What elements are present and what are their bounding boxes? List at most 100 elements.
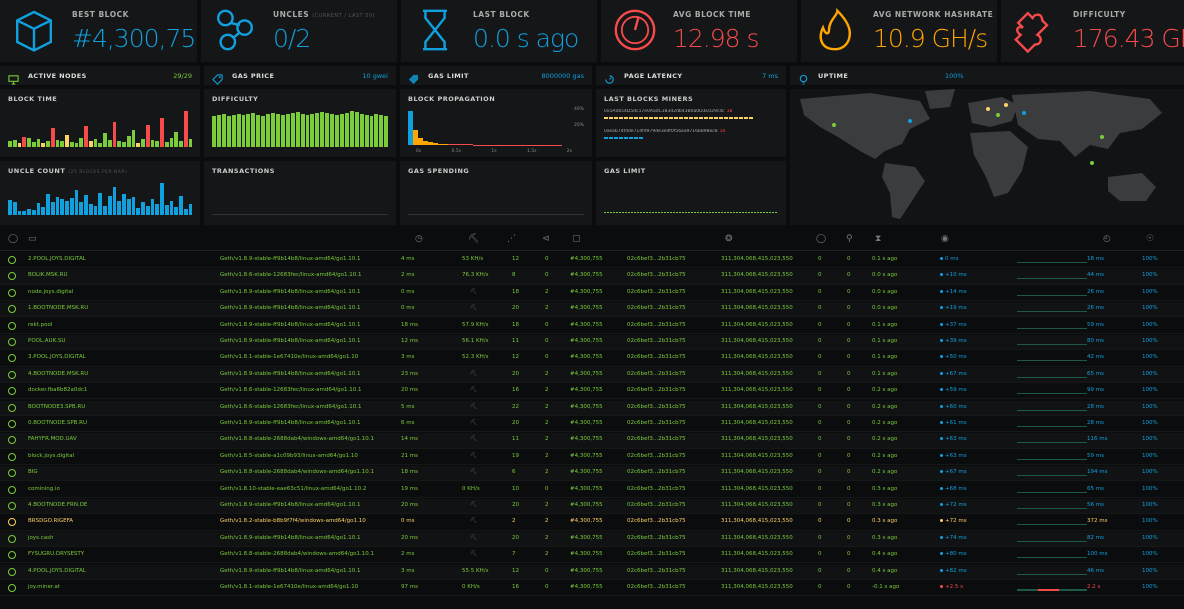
world-map[interactable]: [790, 89, 1184, 225]
cell-name[interactable]: FYSUGRU.DRYSESTY: [28, 551, 84, 557]
chart-bar: [141, 202, 145, 215]
cell-hash-short: 02c6bef3...2b31cb75: [627, 436, 686, 443]
cell-name[interactable]: BOOTNODE3.SPB.RU: [28, 404, 85, 410]
cell-name[interactable]: 4.BOOTNODE.MSK.RU: [28, 371, 88, 377]
cell-name[interactable]: joys.cash: [28, 535, 54, 541]
table-row[interactable]: joy.miner.at Geth/v1.8.1-stable-1e67410e/…: [0, 581, 1184, 597]
cell-hash-short: 02c6bef3...2b31cb75: [627, 288, 686, 295]
table-row[interactable]: 2.POOL.JOYS.DIGITAL Geth/v1.8.9-stable-ff…: [0, 253, 1184, 269]
node-dot-russia[interactable]: [1022, 111, 1026, 115]
fingerprint-icon[interactable]: ❂: [725, 235, 733, 244]
table-row[interactable]: POOL.AUK.SU Geth/v1.8.9-stable-ff9b14b8/l…: [0, 335, 1184, 351]
lightbulb-icon[interactable]: ☉: [1146, 235, 1154, 244]
cell-name[interactable]: POOL.AUK.SU: [28, 338, 65, 344]
cell-name[interactable]: 1.BOOTNODE.MSK.RU: [28, 305, 88, 311]
peers-icon[interactable]: ⋰: [507, 235, 516, 244]
table-row[interactable]: FYSUGRU.DRYSESTY Geth/v1.8.8-stable-2688d…: [0, 548, 1184, 564]
cell-lat2: 100 ms: [1087, 551, 1108, 558]
propagation-cell: +63 ms: [940, 436, 967, 442]
cell-name[interactable]: 4.POOL.JOYS.DIGITAL: [28, 568, 86, 574]
table-row[interactable]: joys.cash Geth/v1.8.9-stable-ff9b14b8/lin…: [0, 531, 1184, 547]
cell-diff: 311,304,068,415,023,550: [721, 534, 793, 541]
gauge-icon[interactable]: ◉: [941, 235, 949, 244]
table-row[interactable]: BOLIK.MSK.RU Geth/v1.8.6-stable-12683fec/…: [0, 269, 1184, 285]
chart-bar: [256, 114, 261, 147]
chart-bar: [84, 195, 88, 215]
table-row[interactable]: comining.io Geth/v1.8.10-stable-eae63c51/…: [0, 483, 1184, 498]
node-status-icon: [8, 272, 16, 281]
cell-name[interactable]: BIG: [28, 469, 38, 475]
cell-name[interactable]: BOLIK.MSK.RU: [28, 272, 68, 278]
table-row[interactable]: BOOTNODE3.SPB.RU Geth/v1.8.6-stable-12683…: [0, 400, 1184, 416]
table-row[interactable]: FAHYFR.MOD.UAV Geth/v1.8.8-stable-2688dab…: [0, 433, 1184, 449]
table-row[interactable]: node.joys.digital Geth/v1.8.9-stable-ff9b…: [0, 286, 1184, 301]
latency-icon[interactable]: ◴: [1103, 235, 1111, 244]
table-row[interactable]: 4.POOL.JOYS.DIGITAL Geth/v1.8.9-stable-ff…: [0, 564, 1184, 580]
cell-name[interactable]: rekt.pool: [28, 322, 52, 328]
table-row[interactable]: BRSDGO.RIGEFA Geth/v1.8.2-stable-b8b9f7f4…: [0, 515, 1184, 531]
cell-last: 0.0 s ago: [872, 288, 898, 295]
pickaxe-icon: ⛏: [470, 305, 477, 312]
node-dot-us-east[interactable]: [908, 119, 912, 123]
cube-icon[interactable]: ▢: [572, 235, 581, 244]
table-row[interactable]: 1.BOOTNODE.MSK.RU Geth/v1.8.9-stable-ff9b…: [0, 302, 1184, 318]
chart-bar: [79, 137, 83, 147]
stat-last-block: LAST BLOCK 0.0 s ago: [401, 0, 597, 62]
uncles-icon[interactable]: ⚲: [846, 235, 853, 244]
cell-name[interactable]: 2.POOL.JOYS.DIGITAL: [28, 256, 86, 262]
cell-name[interactable]: 3.POOL.JOYS.DIGITAL: [28, 354, 86, 360]
chart-bar: [50, 202, 55, 215]
cell-unc: 0: [818, 420, 822, 426]
latency-sparkline: [1017, 376, 1087, 378]
chart-bar: [79, 201, 83, 215]
propagation-cell: +82 ms: [940, 568, 967, 574]
gas-limit-panel: GAS LIMIT: [596, 161, 786, 225]
hourglass-icon[interactable]: ⧗: [875, 235, 881, 244]
cell-name[interactable]: node.joys.digital: [28, 289, 73, 295]
cell-lat: 3 ms: [401, 354, 415, 361]
pickaxe-icon[interactable]: ⛏: [468, 235, 479, 244]
node-dot-eu-central[interactable]: [996, 113, 1000, 117]
cell-name[interactable]: joy.miner.at: [28, 584, 60, 590]
table-row[interactable]: 4.BOOTNODE.MSK.RU Geth/v1.8.9-stable-ff9b…: [0, 367, 1184, 383]
check-icon[interactable]: ◯: [816, 235, 826, 244]
cell-unc: 0: [818, 288, 822, 295]
cell-name[interactable]: comining.io: [28, 486, 60, 492]
cell-name[interactable]: block.joys.digital: [28, 453, 74, 459]
cell-name[interactable]: docker.fba6b82a0dc1: [28, 387, 87, 393]
chart-bar: [241, 115, 246, 147]
cell-unc2: 0: [847, 370, 851, 377]
check-icon[interactable]: ◯: [8, 235, 18, 244]
monitor-icon[interactable]: ▭: [28, 235, 37, 244]
pending-icon[interactable]: ⊲: [542, 235, 550, 244]
miner-count: 18: [726, 109, 733, 114]
cell-name[interactable]: BRSDGO.RIGEFA: [28, 518, 73, 524]
node-dot-eu-north[interactable]: [1004, 103, 1008, 107]
australia: [1108, 173, 1156, 201]
node-dot-eu-west[interactable]: [986, 107, 990, 111]
clock-icon[interactable]: ◷: [415, 235, 423, 244]
node-dot-us-west[interactable]: [832, 123, 836, 127]
table-row[interactable]: 3.POOL.JOYS.DIGITAL Geth/v1.8.1-stable-1e…: [0, 351, 1184, 367]
cell-hash-short: 02c6bef3...2b31cb75: [627, 321, 686, 328]
cell-lat2: 116 ms: [1087, 436, 1108, 443]
cell-diff: 311,304,068,415,023,550: [721, 354, 793, 361]
cell-name[interactable]: FAHYFR.MOD.UAV: [28, 436, 77, 442]
puzzle-icon: [1011, 6, 1059, 58]
stat-value: 0.0 s ago: [473, 24, 579, 53]
cell-name[interactable]: 4.BOOTNODE.FRN.DE: [28, 502, 87, 508]
table-row[interactable]: 0.BOOTNODE.SPB.RU Geth/v1.8.9-stable-ff9b…: [0, 417, 1184, 433]
table-row[interactable]: BIG Geth/v1.8.8-stable-2688dab4/windows-a…: [0, 466, 1184, 482]
cell-unc2: 0: [847, 452, 851, 459]
chart-bar: [31, 210, 36, 215]
node-dot-china[interactable]: [1100, 135, 1104, 139]
table-row[interactable]: 4.BOOTNODE.FRN.DE Geth/v1.8.9-stable-ff9b…: [0, 499, 1184, 515]
table-row[interactable]: rekt.pool Geth/v1.8.9-stable-ff9b14b8/lin…: [0, 319, 1184, 334]
table-row[interactable]: block.joys.digital Geth/v1.8.5-stable-a1c…: [0, 450, 1184, 465]
chart-bar: [74, 190, 79, 215]
node-dot-asia-se[interactable]: [1090, 161, 1094, 165]
table-row[interactable]: docker.fba6b82a0dc1 Geth/v1.8.6-stable-12…: [0, 384, 1184, 400]
continents: [800, 89, 1162, 219]
cell-unc2: 0: [847, 305, 851, 312]
cell-name[interactable]: 0.BOOTNODE.SPB.RU: [28, 420, 87, 426]
